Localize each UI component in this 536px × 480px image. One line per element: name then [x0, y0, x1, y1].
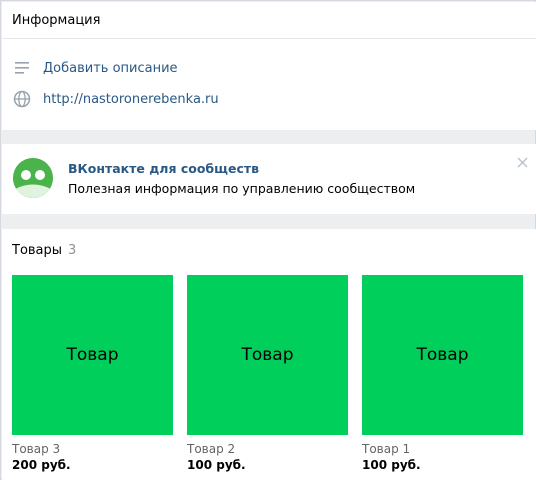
- lines-icon: [12, 58, 32, 78]
- add-description-link[interactable]: Добавить описание: [43, 61, 178, 76]
- info-header: Информация: [2, 2, 536, 39]
- goods-item-price: 100 руб.: [187, 458, 246, 472]
- goods-item-thumb[interactable]: Товар: [187, 275, 348, 435]
- info-title: Информация: [12, 12, 101, 28]
- goods-item[interactable]: Товар Товар 1 100 руб.: [362, 275, 523, 472]
- add-description-row[interactable]: Добавить описание: [12, 57, 178, 79]
- goods-title[interactable]: Товары: [12, 243, 62, 258]
- globe-icon: [12, 89, 32, 109]
- website-link[interactable]: http://nastoronerebenka.ru: [43, 92, 219, 107]
- goods-item-price: 200 руб.: [12, 458, 71, 472]
- website-row[interactable]: http://nastoronerebenka.ru: [12, 88, 219, 110]
- goods-item-name[interactable]: Товар 3: [12, 442, 173, 456]
- promo-title[interactable]: ВКонтакте для сообществ: [68, 161, 259, 176]
- info-block: Информация Добавить описание http://nast…: [2, 2, 536, 130]
- goods-item-thumb[interactable]: Товар: [12, 275, 173, 435]
- promo-text: Полезная информация по управлению сообще…: [68, 181, 416, 196]
- close-icon[interactable]: [514, 154, 530, 170]
- community-app-icon[interactable]: [13, 158, 53, 198]
- community-page: Информация Добавить описание http://nast…: [0, 0, 536, 480]
- goods-item-thumb[interactable]: Товар: [362, 275, 523, 435]
- goods-count: 3: [68, 243, 77, 258]
- promo-block: ВКонтакте для сообществ Полезная информа…: [2, 144, 536, 214]
- goods-item[interactable]: Товар Товар 3 200 руб.: [12, 275, 173, 472]
- goods-item-name[interactable]: Товар 2: [187, 442, 348, 456]
- goods-item-name[interactable]: Товар 1: [362, 442, 523, 456]
- goods-header[interactable]: Товары 3: [12, 243, 76, 258]
- goods-item[interactable]: Товар Товар 2 100 руб.: [187, 275, 348, 472]
- goods-block: Товары 3 Товар Товар 3 200 руб. Товар Тов…: [2, 229, 536, 480]
- goods-item-price: 100 руб.: [362, 458, 421, 472]
